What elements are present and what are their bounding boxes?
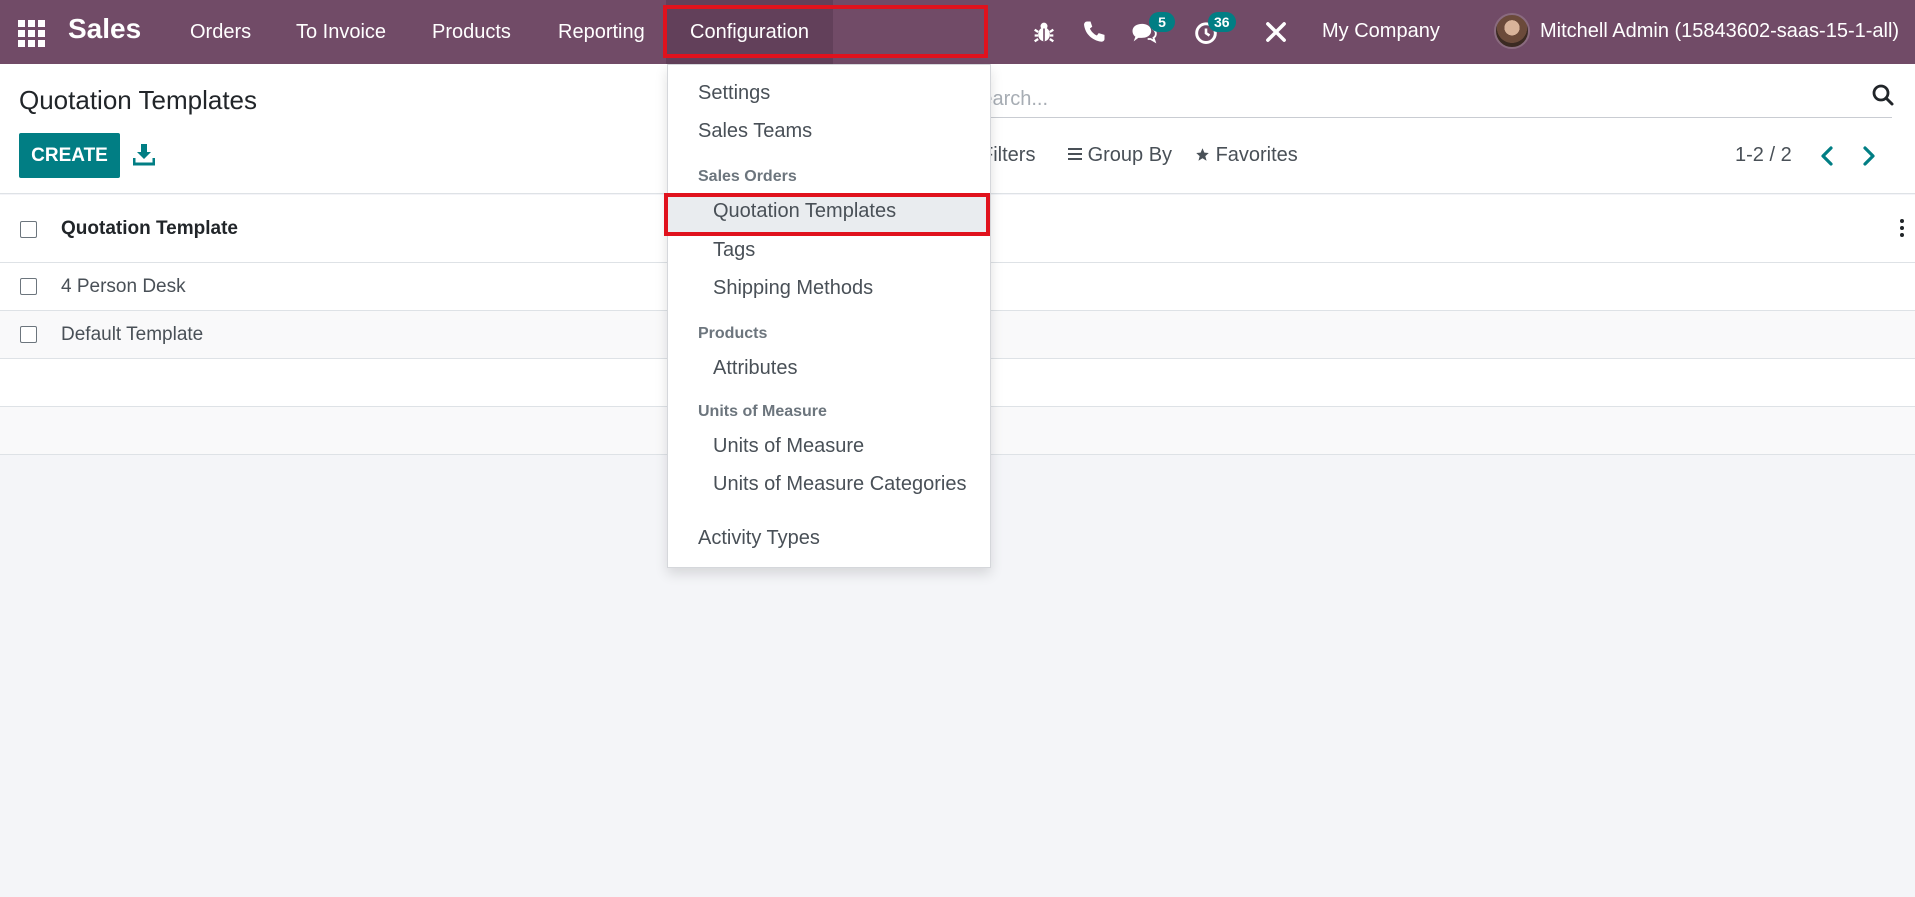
favorites-button[interactable]: Favorites	[1195, 144, 1298, 167]
configuration-dropdown: Settings Sales Teams Sales Orders Quotat…	[667, 64, 991, 568]
menu-reporting[interactable]: Reporting	[558, 0, 645, 64]
pager-value[interactable]: 1-2 / 2	[1735, 144, 1792, 167]
group-by-label: Group By	[1087, 144, 1173, 166]
search-icon[interactable]	[1871, 83, 1895, 107]
messages-badge: 5	[1149, 12, 1175, 32]
row-checkbox[interactable]	[20, 326, 37, 343]
row-name: 4 Person Desk	[61, 276, 186, 297]
company-switcher[interactable]: My Company	[1322, 0, 1440, 62]
menu-configuration[interactable]: Configuration	[666, 0, 833, 64]
create-button[interactable]: CREATE	[19, 133, 120, 178]
favorites-label: Favorites	[1215, 144, 1298, 166]
avatar[interactable]	[1494, 13, 1530, 49]
row-checkbox[interactable]	[20, 278, 37, 295]
menu-item-activity-types[interactable]: Activity Types	[698, 527, 820, 550]
menu-to-invoice[interactable]: To Invoice	[296, 0, 386, 64]
apps-grid-icon[interactable]	[16, 16, 46, 47]
search-input[interactable]	[968, 82, 1848, 116]
menu-item-sales-teams[interactable]: Sales Teams	[698, 120, 812, 143]
menu-orders[interactable]: Orders	[190, 0, 251, 64]
section-header-sales-orders: Sales Orders	[698, 168, 797, 185]
download-icon[interactable]	[133, 142, 155, 166]
menu-item-units-of-measure[interactable]: Units of Measure	[713, 435, 864, 458]
menu-item-quotation-templates[interactable]: Quotation Templates	[713, 200, 896, 223]
top-navbar: Sales Orders To Invoice Products Reporti…	[0, 0, 1915, 64]
search-underline	[968, 117, 1892, 118]
row-name: Default Template	[61, 324, 204, 345]
tools-icon[interactable]	[1262, 18, 1290, 46]
menu-item-tags[interactable]: Tags	[713, 239, 755, 262]
section-header-products: Products	[698, 325, 768, 342]
menu-item-attributes[interactable]: Attributes	[713, 357, 797, 380]
select-all-checkbox[interactable]	[20, 221, 37, 238]
kebab-icon[interactable]	[1899, 219, 1905, 239]
bug-icon[interactable]	[1030, 18, 1058, 46]
list-icon	[1068, 148, 1082, 160]
phone-icon[interactable]	[1080, 18, 1108, 46]
column-header-quotation-template[interactable]: Quotation Template	[61, 218, 238, 240]
app-brand[interactable]: Sales	[68, 13, 141, 45]
chevron-left-icon[interactable]	[1815, 142, 1841, 170]
user-menu[interactable]: Mitchell Admin (15843602-saas-15-1-all)	[1540, 0, 1899, 62]
menu-item-settings[interactable]: Settings	[698, 82, 770, 105]
menu-products[interactable]: Products	[432, 0, 511, 64]
section-header-units-of-measure: Units of Measure	[698, 403, 827, 420]
chevron-right-icon[interactable]	[1855, 142, 1881, 170]
menu-item-shipping-methods[interactable]: Shipping Methods	[713, 277, 873, 300]
page-title: Quotation Templates	[19, 85, 257, 115]
star-icon	[1196, 148, 1209, 161]
menu-item-uom-categories[interactable]: Units of Measure Categories	[713, 473, 966, 496]
activities-badge: 36	[1208, 12, 1236, 32]
group-by-button[interactable]: Group By	[1068, 144, 1172, 167]
